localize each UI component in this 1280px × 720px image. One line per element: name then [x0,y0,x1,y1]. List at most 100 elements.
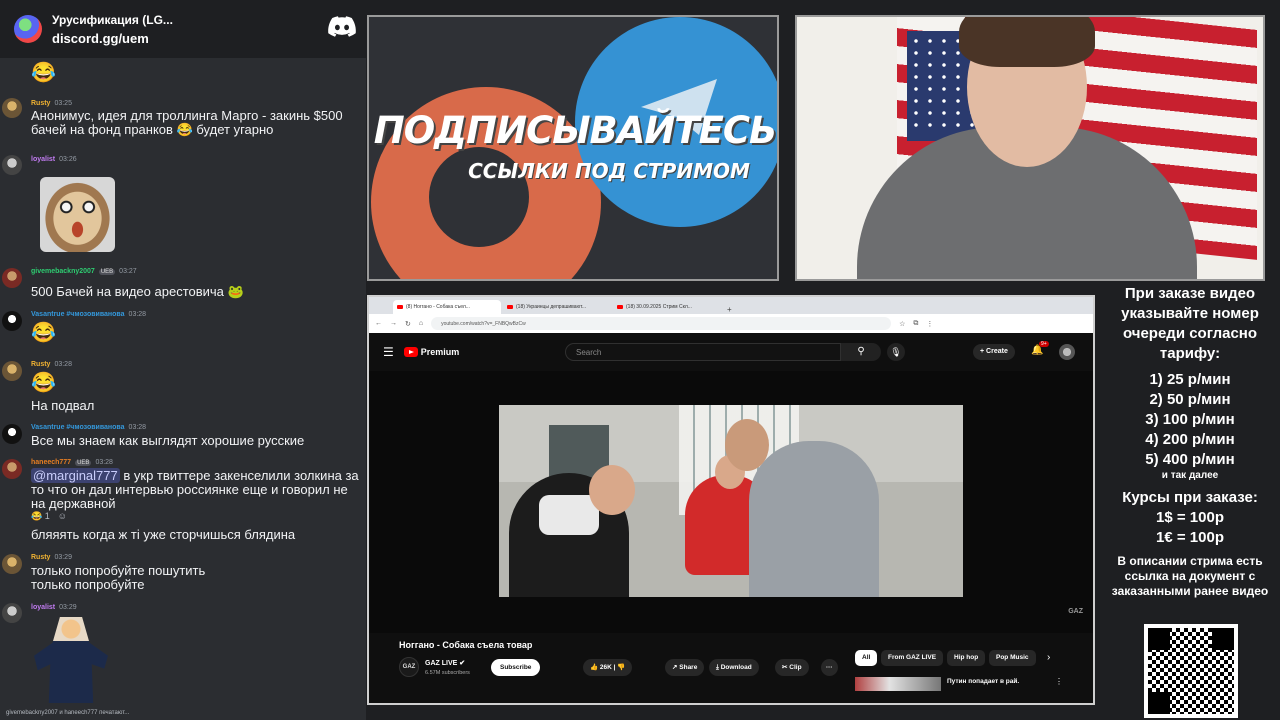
server-invite-link[interactable]: discord.gg/uem [52,31,173,46]
role-tag: UEB [75,459,92,466]
tab-title: (8) Ноггано - Собака съел... [406,304,470,310]
account-avatar[interactable] [1059,344,1075,360]
menu-icon[interactable]: ⋮ [926,320,933,328]
user-mention[interactable]: @marginal777 [31,468,120,483]
browser-tab[interactable]: (8) Ноггано - Собака съел... [393,300,501,314]
browser-tab[interactable]: (18) Украинцы депрашивают... [503,300,611,314]
forward-icon[interactable]: → [390,320,397,327]
like-button[interactable]: 👍 26K | 👎 [583,659,633,676]
message-meta: loyalist 03:26 [31,156,77,163]
message-text: только попробуйте пошутить [31,563,206,578]
role-tag: UEB [98,268,116,275]
tariff-item: 1) 25 р/мин [1149,371,1231,388]
message-text: Анонимус, идея для троллинга Марго - зак… [31,109,365,137]
message-meta: loyalist 03:29 [31,604,77,611]
youtube-icon [507,305,513,309]
message-text: На подвал [31,398,95,413]
tariff-item: 4) 200 р/мин [1145,431,1235,448]
chip-pop-music[interactable]: Pop Music [989,650,1036,666]
microphone-icon[interactable]: 🎙 [887,343,905,361]
avatar[interactable] [2,554,22,574]
youtube-icon [397,305,403,309]
tariff-etc: и так далее [1161,470,1219,481]
hamburger-menu-icon[interactable]: ☰ [383,345,394,359]
rate-item: 1$ = 100р [1156,509,1224,526]
search-icon[interactable]: ⚲ [841,343,881,361]
avatar[interactable] [2,603,22,623]
username[interactable]: haneech777 [31,459,71,466]
tab-title: (18) 30.09.2025 Стрим Скл... [626,304,692,310]
avatar[interactable] [2,98,22,118]
browser-capture: (8) Ноггано - Собака съел... (18) Украин… [367,295,1095,705]
chip-hip-hop[interactable]: Hip hop [947,650,986,666]
tab-bar: (8) Ноггано - Собака съел... (18) Украин… [369,297,1093,314]
server-icon [14,15,42,43]
channel-name[interactable]: GAZ LIVE ✔ [425,659,465,667]
tab-title: (18) Украинцы депрашивают... [516,304,587,310]
banner-subtitle: ССЫЛКИ ПОД СТРИМОМ [468,159,750,183]
download-button[interactable]: ⤓ Download [709,659,759,676]
home-icon[interactable]: ⌂ [419,320,423,327]
share-button[interactable]: ↗ Share [665,659,705,676]
message-meta: Vasantrue #чмозовиванова 03:28 [31,424,146,431]
back-icon[interactable]: ← [375,320,382,327]
username[interactable]: loyalist [31,604,55,611]
clip-label: Clip [789,664,802,671]
chip-from-channel[interactable]: From GAZ LIVE [881,650,944,666]
add-reaction-icon[interactable]: ☺ [58,511,67,522]
more-actions-icon[interactable]: ··· [821,659,838,676]
order-instructions: При заказе видео указывайте номер очеред… [1121,285,1259,362]
username[interactable]: Rusty [31,100,50,107]
avatar[interactable] [2,459,22,479]
timestamp: 03:28 [128,424,147,431]
channel-avatar[interactable]: GAZ [399,657,419,677]
chevron-right-icon[interactable]: › [1047,652,1050,663]
subscribe-button[interactable]: Subscribe [491,659,541,676]
cat-meme-image[interactable] [40,177,115,252]
avatar[interactable] [2,311,22,331]
channel-name-text: GAZ LIVE [425,660,458,667]
laughing-emoji-icon: 😂 [31,372,56,394]
dancing-sticker-image[interactable] [34,617,108,703]
avatar[interactable] [2,361,22,381]
new-tab-icon[interactable]: + [727,305,732,314]
extensions-icon[interactable]: ⧉ [913,320,918,328]
reaction-count: 1 [44,511,50,521]
avatar[interactable] [2,268,22,288]
star-icon[interactable]: ☆ [899,320,905,328]
like-count: 26K [599,664,612,671]
create-button[interactable]: + Create [973,344,1015,360]
timestamp: 03:26 [59,156,77,163]
timestamp: 03:28 [54,361,72,368]
more-vert-icon[interactable]: ⋮ [1055,677,1063,686]
recommended-thumbnail[interactable] [855,677,941,691]
youtube-logo[interactable]: Premium [403,347,459,357]
pepe-emoji-icon: 🐸 [227,284,244,299]
youtube-icon [617,305,623,309]
username[interactable]: loyalist [31,156,55,163]
username[interactable]: Rusty [31,361,50,368]
url-field[interactable]: youtube.com/watch?v=_FNBQwBzCw [431,317,892,330]
clip-button[interactable]: ✂ Clip [775,659,809,676]
username[interactable]: Vasantrue #чмозовиванова [31,311,125,318]
qr-pattern [1148,628,1234,714]
youtube-icon [403,347,418,357]
share-icon: ↗ [672,664,678,671]
username[interactable]: Vasantrue #чмозовиванова [31,424,125,431]
person-left-arm [539,495,599,535]
reload-icon[interactable]: ↻ [405,320,411,328]
username[interactable]: Rusty [31,554,50,561]
reaction-pill[interactable]: 😂 1 [31,511,50,522]
recommended-title[interactable]: Путин попадает в рай. [947,678,1019,685]
subscribe-banner: ПОДПИСЫВАЙТЕСЬ ССЫЛКИ ПОД СТРИМОМ [367,15,779,281]
laughing-emoji-icon: 😂 [31,322,56,344]
browser-tab[interactable]: (18) 30.09.2025 Стрим Скл... [613,300,721,314]
search-input[interactable]: Search [565,343,841,361]
video-title: Ноггано - Собака съела товар [399,640,533,650]
username[interactable]: givemebackny2007 [31,268,95,275]
timestamp: 03:27 [119,268,137,275]
avatar[interactable] [2,424,22,444]
avatar[interactable] [2,155,22,175]
chip-all[interactable]: All [855,650,878,666]
video-player[interactable]: GAZ [369,371,1093,633]
